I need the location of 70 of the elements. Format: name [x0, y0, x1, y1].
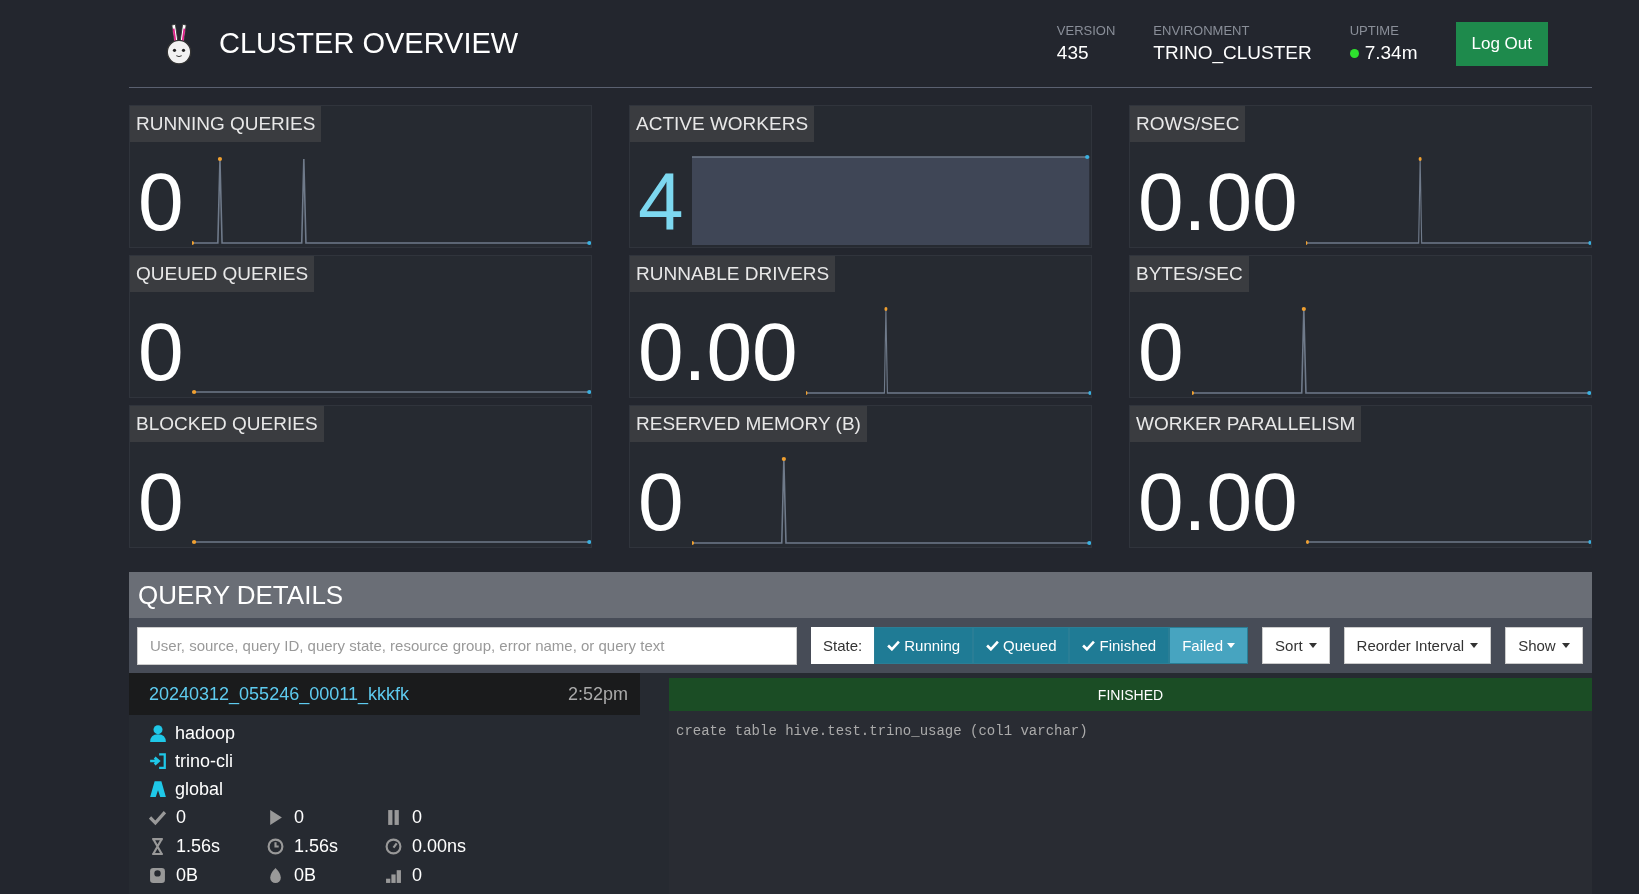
info-label: VERSION	[1056, 23, 1116, 38]
tile-title: ROWS/SEC	[1130, 106, 1246, 142]
metric-value: 0	[1138, 307, 1184, 397]
fire-icon	[267, 867, 284, 884]
metric-value: 0	[138, 157, 184, 247]
tile-title: BLOCKED QUERIES	[130, 406, 324, 442]
state-filter-button[interactable]: Failed	[1169, 627, 1249, 664]
tile-title: WORKER PARALLELISM	[1130, 406, 1362, 442]
section-title: QUERY DETAILS	[138, 579, 344, 611]
gauge-icon	[385, 838, 402, 855]
hourglass-icon	[149, 838, 166, 855]
dropdown-button[interactable]: Reorder Interval	[1343, 627, 1492, 664]
metric-value: 0.00	[638, 307, 798, 397]
metric-value: 0.00	[1138, 457, 1298, 547]
tile-title: RUNNABLE DRIVERS	[630, 256, 836, 292]
page-title: CLUSTER OVERVIEW	[219, 27, 519, 60]
query-user: hadoop	[175, 722, 236, 744]
stat-value: 0	[412, 807, 422, 828]
tile-title: QUEUED QUERIES	[130, 256, 315, 292]
info-value: 7.34m	[1364, 42, 1418, 64]
play-icon	[267, 809, 284, 826]
scale-icon	[149, 867, 166, 884]
state-filter-button[interactable]: Finished	[1069, 627, 1170, 664]
caret-icon	[1561, 643, 1570, 648]
info-label: UPTIME	[1349, 23, 1400, 38]
query-time: 2:52pm	[567, 683, 628, 705]
info-label: ENVIRONMENT	[1153, 23, 1251, 38]
tile-title: RESERVED MEMORY (B)	[630, 406, 867, 442]
metric-value: 4	[638, 157, 684, 247]
tile-title: RUNNING QUERIES	[130, 106, 322, 142]
check-icon	[149, 809, 166, 826]
caret-icon	[1470, 643, 1479, 648]
metric-value: 0	[638, 457, 684, 547]
state-filter-button[interactable]: Queued	[973, 627, 1070, 664]
query-source: trino-cli	[175, 750, 233, 772]
search-field[interactable]: User, source, query ID, query state, resource group, error name, or query text	[137, 626, 797, 665]
road-icon	[149, 780, 167, 798]
caret-icon	[1308, 643, 1317, 648]
dropdown-button[interactable]: Show	[1505, 627, 1583, 664]
check-icon	[1082, 640, 1096, 651]
stat-value: 1.56s	[294, 836, 339, 857]
query-state-bar: FINISHED	[669, 678, 1592, 711]
tile-title: BYTES/SEC	[1130, 256, 1249, 292]
caret-icon	[1227, 643, 1236, 648]
metric-value: 0	[138, 307, 184, 397]
state-label: State:	[811, 627, 875, 664]
stat-value: 0	[412, 865, 422, 886]
bars-icon	[385, 867, 402, 884]
query-id-link[interactable]: 20240312_055246_00011_kkkfk	[149, 683, 409, 705]
check-icon	[887, 640, 901, 651]
login-icon	[149, 752, 167, 770]
logout-button[interactable]: Log Out	[1455, 21, 1548, 66]
tile-title: ACTIVE WORKERS	[630, 106, 815, 142]
info-value: TRINO_CLUSTER	[1153, 42, 1312, 64]
stat-value: 0	[294, 807, 304, 828]
user-icon	[149, 724, 167, 742]
stat-value: 0.00ns	[412, 836, 467, 857]
stat-value: 0	[176, 807, 186, 828]
stat-value: 0B	[176, 865, 199, 886]
check-icon	[986, 640, 1000, 651]
stat-value: 0B	[294, 865, 317, 886]
metric-value: 0	[138, 457, 184, 547]
stat-value: 1.56s	[176, 836, 221, 857]
pause-icon	[385, 809, 402, 826]
metric-value: 0.00	[1138, 157, 1298, 247]
query-resource-group: global	[175, 778, 224, 800]
state-filter-button[interactable]: Running	[874, 627, 974, 664]
info-value: 435	[1056, 42, 1089, 64]
dropdown-button[interactable]: Sort	[1262, 627, 1330, 664]
clock-icon	[267, 838, 284, 855]
